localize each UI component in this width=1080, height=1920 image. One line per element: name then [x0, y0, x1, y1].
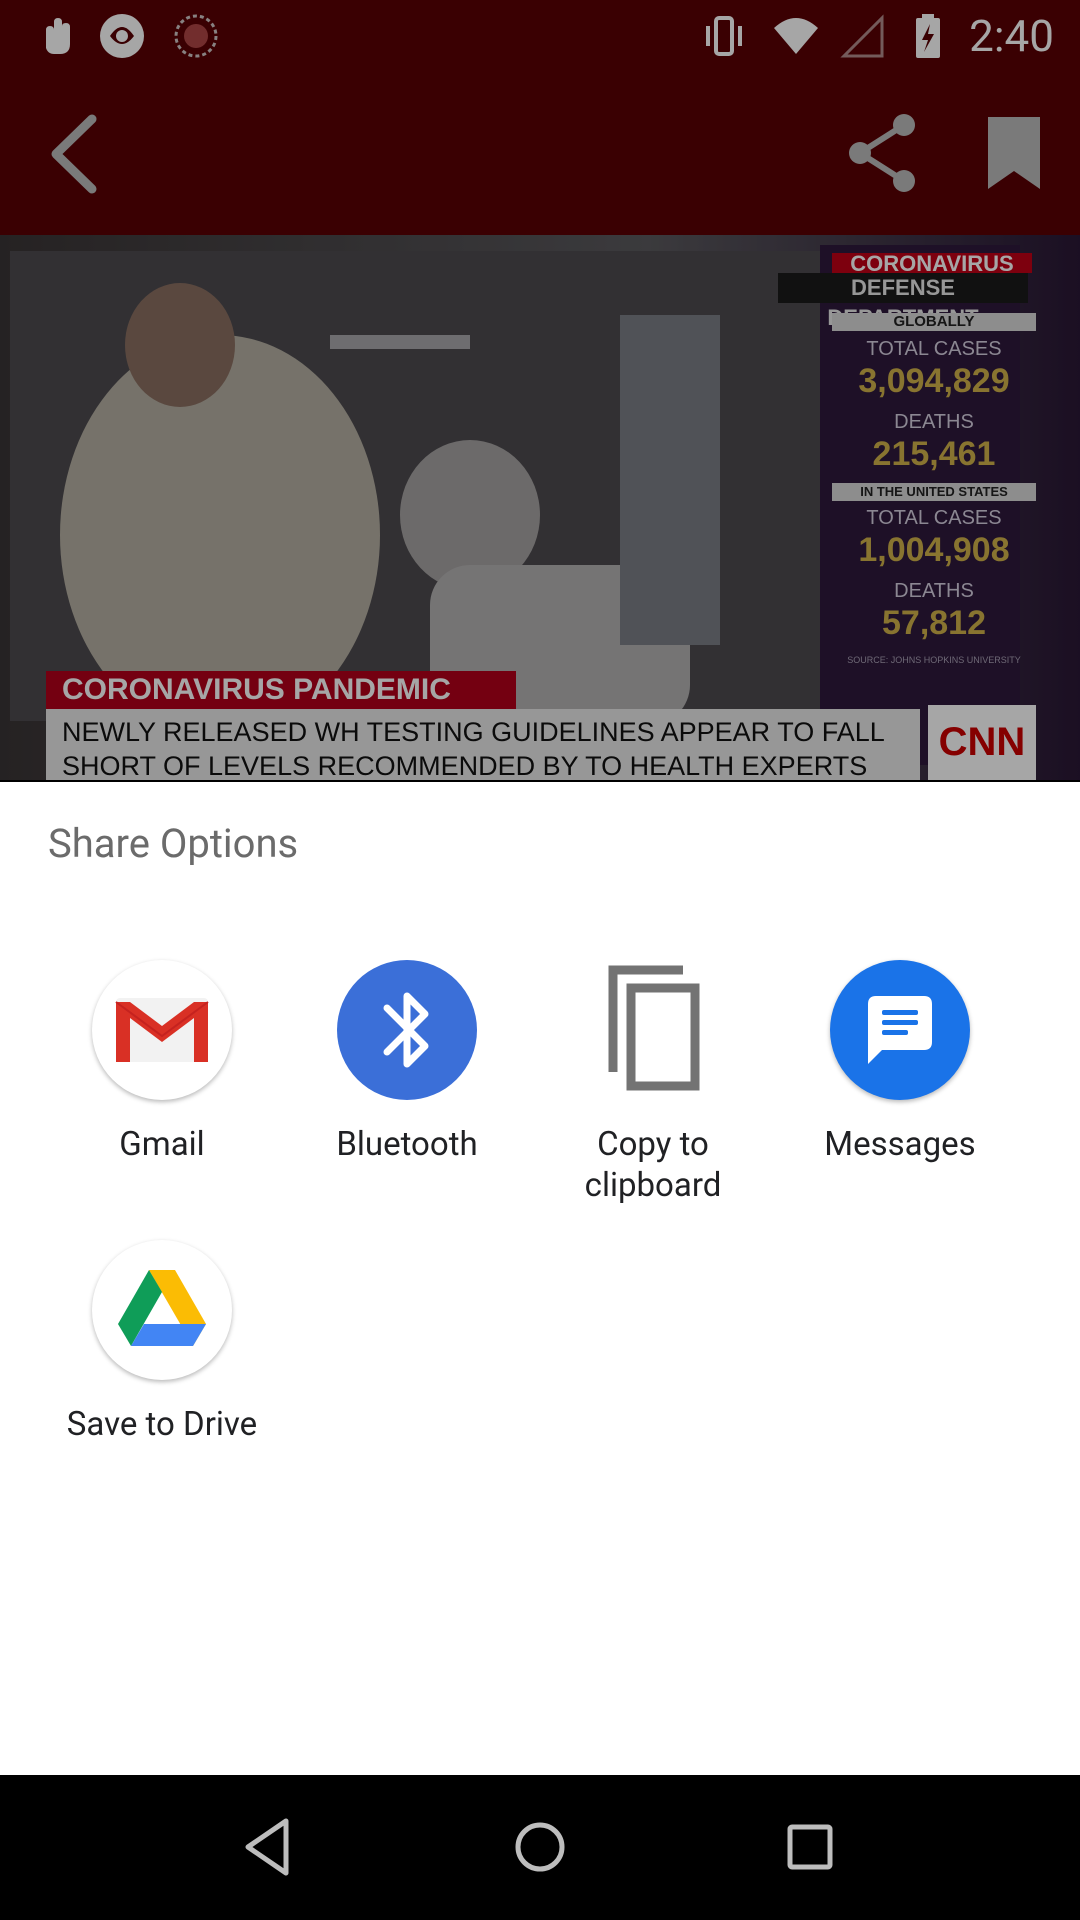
cnn-logo-text: CNN: [938, 720, 1026, 764]
bookmark-icon[interactable]: [984, 113, 1044, 193]
total-cases-label: TOTAL CASES: [866, 338, 1002, 360]
copy-label-line-1: Copy to: [597, 1125, 709, 1164]
back-arrow-icon[interactable]: [40, 113, 112, 195]
recents-nav-icon[interactable]: [774, 1811, 846, 1883]
headline-line-2: SHORT OF LEVELS RECOMMENDED BY TO HEALTH…: [62, 751, 868, 780]
share-sheet: Share Options Gmail Bluetooth Copy to cl…: [0, 782, 1080, 1775]
cnn-logo: CNN: [928, 705, 1036, 780]
copy-clipboard-label: Copy to clipboard: [530, 1124, 776, 1206]
share-target-copy-clipboard[interactable]: Copy to clipboard: [530, 960, 776, 1206]
messages-icon: [830, 960, 970, 1100]
corona-tag: CORONAVIRUS: [832, 253, 1032, 275]
us-deaths-value: 57,812: [882, 604, 986, 642]
deaths-label: DEATHS: [894, 411, 974, 433]
status-bar: 2:40: [0, 0, 1080, 75]
us-total-cases-label: TOTAL CASES: [866, 507, 1002, 529]
drive-label: Save to Drive: [66, 1405, 258, 1444]
channel-tag: DEFENSE DEPARTMENT: [778, 273, 1028, 330]
hand-icon: [46, 18, 70, 54]
vibrate-icon: [706, 16, 742, 56]
us-deaths-label: DEATHS: [894, 580, 974, 602]
system-nav-bar: [0, 1775, 1080, 1920]
bluetooth-icon: [337, 960, 477, 1100]
home-nav-icon[interactable]: [504, 1811, 576, 1883]
share-sheet-title: Share Options: [48, 820, 299, 867]
bluetooth-label: Bluetooth: [336, 1125, 478, 1164]
global-cases-value: 3,094,829: [858, 362, 1010, 400]
lower-third-headline: NEWLY RELEASED WH TESTING GUIDELINES APP…: [46, 709, 920, 780]
back-nav-icon[interactable]: [234, 1811, 306, 1883]
headline-line-1: NEWLY RELEASED WH TESTING GUIDELINES APP…: [62, 717, 885, 747]
share-target-bluetooth[interactable]: Bluetooth: [284, 960, 530, 1165]
sync-icon: [174, 14, 218, 58]
copy-icon: [583, 960, 723, 1100]
messages-label: Messages: [824, 1125, 976, 1164]
us-cases-value: 1,004,908: [858, 531, 1010, 569]
news-video-thumbnail[interactable]: CORONAVIRUS DEFENSE DEPARTMENT GLOBALLY …: [0, 235, 1080, 780]
drive-icon: [92, 1240, 232, 1380]
lower-third-title: CORONAVIRUS PANDEMIC: [46, 671, 516, 709]
status-time: 2:40: [969, 10, 1054, 62]
share-target-gmail[interactable]: Gmail: [39, 960, 285, 1165]
global-deaths-value: 215,461: [872, 435, 996, 473]
source-label: SOURCE: JOHNS HOPKINS UNIVERSITY: [847, 655, 1021, 665]
copy-label-line-2: clipboard: [584, 1166, 722, 1205]
share-target-messages[interactable]: Messages: [777, 960, 1023, 1165]
app-toolbar: [0, 75, 1080, 235]
us-label: IN THE UNITED STATES: [832, 483, 1036, 501]
battery-charging-icon: [916, 14, 940, 58]
globally-label: GLOBALLY: [832, 313, 1036, 331]
wifi-icon: [774, 18, 818, 54]
share-target-drive[interactable]: Save to Drive: [39, 1240, 285, 1445]
gmail-icon: [92, 960, 232, 1100]
gmail-label: Gmail: [119, 1125, 205, 1164]
share-icon[interactable]: [846, 113, 918, 193]
signal-icon: [840, 14, 884, 58]
app-badge-icon: [100, 14, 144, 58]
